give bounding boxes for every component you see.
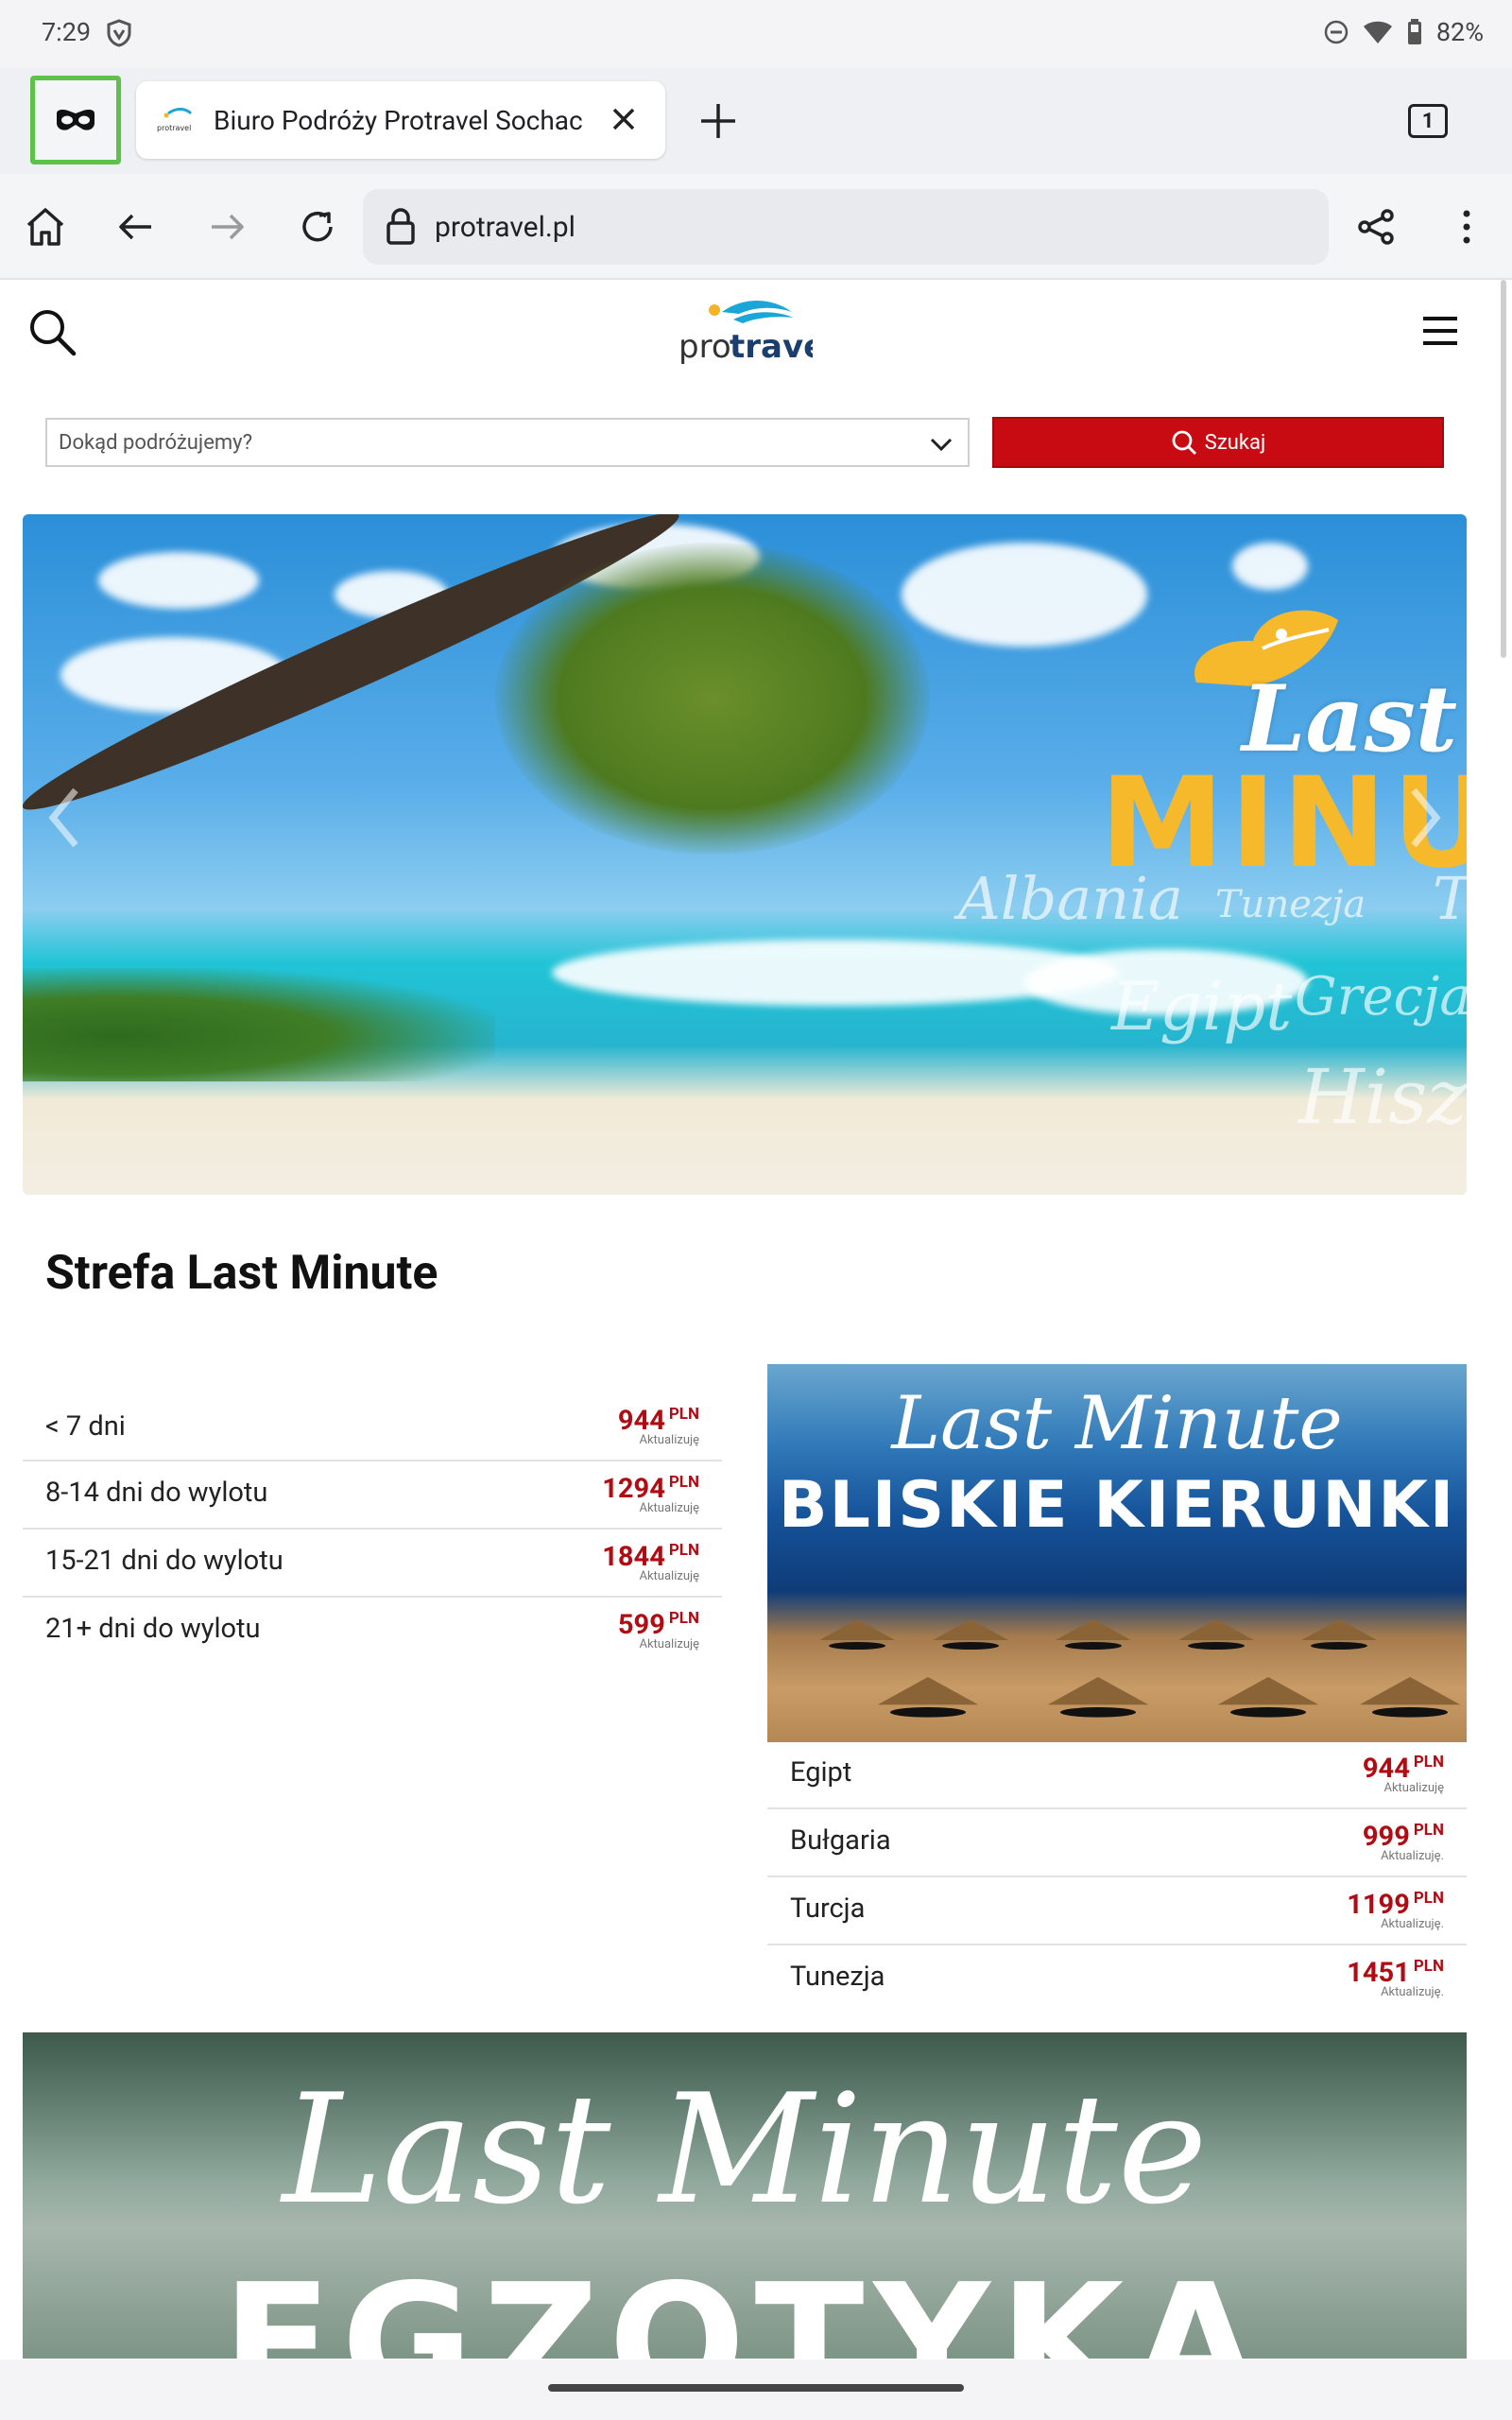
svg-text:travel: travel [730, 328, 813, 366]
svg-text:pro: pro [679, 328, 731, 366]
forward-arrow-icon[interactable] [204, 204, 249, 250]
status-bar: 7:29 82% [0, 0, 1512, 68]
list-item-label: Turcja [790, 1893, 866, 1925]
destination-placeholder: Dokąd podróżujemy? [59, 430, 252, 455]
list-item[interactable]: 8-14 dni do wylotu 1294 PLN Aktualizuję [23, 1465, 722, 1530]
beach-umbrella-icon [1056, 1619, 1131, 1650]
hero-word-tunezja: Tunezja [1215, 883, 1366, 926]
hero-word-grecja: Grecja [1295, 966, 1467, 1028]
beach-umbrella-icon [1301, 1619, 1377, 1650]
list-item-label: Egipt [790, 1756, 852, 1789]
beach-umbrella-icon [1178, 1619, 1254, 1650]
list-item-label: 8-14 dni do wylotu [45, 1477, 268, 1509]
list-item[interactable]: 21+ dni do wylotu 599 PLN Aktualizuję [23, 1601, 722, 1666]
search-button[interactable]: Szukaj [992, 417, 1444, 468]
battery-icon [1407, 19, 1421, 44]
banner-headline: BLISKIE KIERUNKI [778, 1468, 1456, 1543]
wifi-icon [1363, 21, 1392, 43]
url-text: protravel.pl [435, 210, 576, 244]
bliskie-kierunki-banner[interactable]: Last Minute BLISKIE KIERUNKI [767, 1364, 1467, 1742]
lock-icon [387, 208, 415, 245]
beach-umbrella-icon [1047, 1677, 1149, 1718]
share-icon[interactable] [1353, 204, 1399, 250]
chevron-down-icon [930, 438, 953, 452]
home-icon[interactable] [23, 204, 68, 250]
do-not-disturb-icon [1324, 20, 1349, 44]
palm-tree-leaves [495, 543, 930, 855]
beach-umbrella-icon [1359, 1677, 1461, 1718]
incognito-mask-icon [57, 110, 94, 130]
price-tag: 944 PLN Aktualizuję [617, 1405, 699, 1447]
carousel-next-icon[interactable] [1406, 785, 1444, 851]
list-item-label: < 7 dni [45, 1410, 126, 1443]
gesture-handle[interactable] [548, 2384, 964, 2392]
incognito-button[interactable] [30, 76, 121, 164]
price-tag: 599 PLN Aktualizuję [617, 1609, 699, 1651]
system-navigation-bar [0, 2360, 1512, 2420]
egzotyka-banner[interactable]: Last Minute EGZOTYKA [23, 2032, 1467, 2359]
new-tab-plus-icon[interactable] [696, 98, 741, 144]
destination-select[interactable]: Dokąd podróżujemy? [45, 418, 970, 467]
list-item[interactable]: < 7 dni 944 PLN Aktualizuję [23, 1397, 722, 1461]
status-time: 7:29 [42, 17, 92, 47]
banner-script-text: Last Minute [891, 1381, 1343, 1466]
tab-count-button[interactable]: 1 [1408, 104, 1448, 138]
shield-icon [107, 19, 131, 47]
list-item[interactable]: Bułgaria 999 PLN Aktualizuję. [767, 1813, 1467, 1877]
hero-banner[interactable]: Last MINUT Albania Tunezja T Egipt Grecj… [23, 514, 1467, 1195]
battery-level: 82% [1435, 17, 1484, 47]
hero-word-t: T [1433, 864, 1467, 933]
reload-icon[interactable] [295, 204, 340, 250]
back-arrow-icon[interactable] [113, 204, 159, 250]
price-tag: 1199 PLN Aktualizuję. [1347, 1889, 1444, 1931]
list-item-label: Tunezja [790, 1961, 885, 1993]
browser-tab[interactable]: protravel Biuro Podróży Protravel Sochac… [136, 81, 665, 159]
beach-umbrella-icon [933, 1619, 1008, 1650]
price-tag: 1844 PLN Aktualizuję [602, 1541, 699, 1583]
search-button-label: Szukaj [1204, 430, 1266, 455]
tab-title: Biuro Podróży Protravel Sochaczew [214, 104, 582, 136]
list-item[interactable]: Egipt 944 PLN Aktualizuję [767, 1745, 1467, 1809]
banner-script-text: Last Minute [282, 2061, 1208, 2238]
page-scrollbar[interactable] [1501, 280, 1506, 658]
list-item-label: 15-21 dni do wylotu [45, 1545, 284, 1577]
beach-vegetation [23, 968, 495, 1081]
site-search-icon[interactable] [26, 306, 77, 357]
list-item[interactable]: Tunezja 1451 PLN Aktualizuję. [767, 1949, 1467, 2014]
section-title: Strefa Last Minute [45, 1246, 438, 1301]
hero-word-albania: Albania [958, 864, 1183, 933]
beach-umbrella-icon [819, 1619, 895, 1650]
protravel-logo[interactable]: pro travel [677, 295, 813, 367]
price-tag: 1294 PLN Aktualizuję [602, 1473, 699, 1515]
more-menu-icon[interactable] [1444, 204, 1489, 250]
search-icon [1172, 430, 1196, 456]
hamburger-menu-icon[interactable] [1419, 310, 1461, 352]
carousel-prev-icon[interactable] [45, 785, 83, 851]
hero-word-hiszpania: Hiszp [1298, 1053, 1467, 1141]
favicon-protravel-icon: protravel [157, 108, 193, 132]
address-bar[interactable]: protravel.pl [363, 189, 1329, 265]
beach-umbrella-icon [1217, 1677, 1319, 1718]
list-item[interactable]: 15-21 dni do wylotu 1844 PLN Aktualizuję [23, 1533, 722, 1598]
beach-umbrella-icon [877, 1677, 979, 1718]
banner-headline: EGZOTYKA [222, 2250, 1267, 2359]
close-tab-icon[interactable] [605, 100, 643, 138]
hero-word-egipt: Egipt [1111, 968, 1293, 1046]
svg-text:protravel: protravel [157, 124, 191, 132]
price-tag: 944 PLN Aktualizuję [1362, 1753, 1444, 1795]
list-item-label: Bułgaria [790, 1824, 891, 1857]
price-tag: 999 PLN Aktualizuję. [1362, 1821, 1444, 1863]
list-item-label: 21+ dni do wylotu [45, 1613, 261, 1645]
price-tag: 1451 PLN Aktualizuję. [1347, 1957, 1444, 1999]
list-item[interactable]: Turcja 1199 PLN Aktualizuję. [767, 1881, 1467, 1945]
